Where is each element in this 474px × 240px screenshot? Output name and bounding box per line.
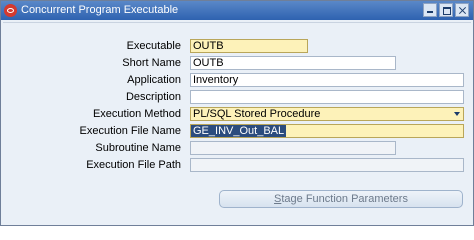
window-title: Concurrent Program Executable [21, 4, 179, 16]
description-label: Description [125, 91, 181, 103]
form-panel: Executable OUTB Short Name OUTB Applicat… [3, 22, 471, 223]
execution-file-path-label: Execution File Path [86, 159, 181, 171]
execution-file-name-value: GE_INV_Out_BAL [191, 125, 287, 137]
description-field[interactable] [190, 90, 464, 104]
executable-field[interactable]: OUTB [190, 39, 308, 53]
subroutine-name-label: Subroutine Name [95, 142, 181, 154]
stage-function-parameters-label: tage Function Parameters [281, 193, 408, 205]
application-field[interactable]: Inventory [190, 73, 464, 87]
stage-function-parameters-button[interactable]: Stage Function Parameters [219, 190, 463, 208]
chevron-down-icon[interactable] [452, 109, 462, 119]
maximize-icon[interactable] [439, 3, 453, 17]
close-icon[interactable] [455, 3, 469, 17]
executable-label: Executable [126, 40, 181, 52]
short-name-field[interactable]: OUTB [190, 56, 396, 70]
execution-file-name-field[interactable]: GE_INV_Out_BAL [190, 124, 464, 138]
oracle-app-icon [4, 4, 17, 17]
execution-file-path-field[interactable] [190, 158, 464, 172]
minimize-icon[interactable] [423, 3, 437, 17]
execution-file-name-label: Execution File Name [79, 125, 182, 137]
execution-method-select[interactable]: PL/SQL Stored Procedure [190, 107, 464, 121]
subroutine-name-field[interactable] [190, 141, 396, 155]
execution-method-value: PL/SQL Stored Procedure [193, 108, 321, 120]
application-label: Application [127, 74, 181, 86]
short-name-label: Short Name [122, 57, 181, 69]
execution-method-label: Execution Method [92, 108, 181, 120]
concurrent-program-executable-window: Concurrent Program Executable Executable… [0, 0, 474, 226]
title-bar[interactable]: Concurrent Program Executable [1, 1, 473, 20]
